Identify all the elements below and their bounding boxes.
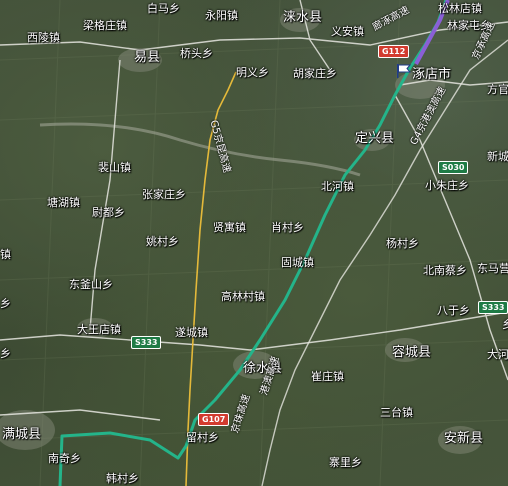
place-label-zhangjiazhuang: 张家庄乡 — [142, 188, 186, 201]
place-label-bayu: 八于乡 — [437, 304, 470, 317]
place-label-rongcheng: 容城县 — [392, 345, 432, 360]
place-label-weibao: 尉都乡 — [92, 206, 125, 219]
place-label-baishan: 白马乡 — [147, 2, 180, 15]
place-label-liangge: 梁格庄镇 — [83, 19, 127, 32]
place-label-yongyang: 永阳镇 — [205, 9, 238, 22]
place-label-nanqi: 南奇乡 — [48, 452, 81, 465]
place-label-dongfushan: 东釜山乡 — [69, 278, 113, 291]
place-label-peishan: 裴山镇 — [98, 161, 131, 174]
place-label-santai: 三台镇 — [380, 406, 413, 419]
place-label-xiaozhu: 小朱庄乡 — [425, 179, 469, 192]
place-label-suncun: 留村乡 — [186, 431, 219, 444]
place-label-gaolinzhen: 高林村镇 — [221, 290, 265, 303]
place-label-zhuozhou: 涿店市 — [412, 67, 452, 82]
place-label-yixian: 易县 — [134, 50, 161, 65]
place-label-e4: 乡 — [502, 318, 508, 331]
place-label-yaocun: 姚村乡 — [146, 235, 179, 248]
place-label-dongmatou: 东马营 — [477, 262, 508, 275]
place-label-yian: 义安镇 — [331, 25, 364, 38]
place-label-hujiazhuang: 胡家庄乡 — [293, 67, 337, 80]
place-label-mancheng: 满城县 — [2, 427, 42, 442]
place-label-xincheng: 新城 — [487, 150, 508, 163]
place-label-hancun: 韩村乡 — [106, 472, 139, 485]
place-label-tanghu: 塘湖镇 — [47, 196, 80, 209]
road-shield-s333a: S333 — [131, 336, 162, 349]
place-label-xiling: 西陵镇 — [27, 31, 60, 44]
place-label-laishui: 涞水县 — [283, 10, 323, 25]
place-label-e1: 镇 — [0, 248, 11, 261]
place-label-dawangdian: 大王店镇 — [77, 323, 121, 336]
place-label-suicheng: 遂城镇 — [175, 326, 208, 339]
place-label-guchengzhen: 固城镇 — [281, 256, 314, 269]
place-label-e3: 乡 — [0, 347, 11, 360]
place-label-songlin: 松林店镇 — [438, 2, 482, 15]
place-label-xianyu: 贤寓镇 — [213, 221, 246, 234]
place-label-dahe: 大河 — [487, 348, 508, 361]
place-label-xiaocun: 肖村乡 — [271, 221, 304, 234]
place-label-e2: 乡 — [0, 297, 11, 310]
riverbed — [39, 122, 361, 177]
place-label-mingyi: 明义乡 — [236, 66, 269, 79]
place-label-yangcun: 杨村乡 — [386, 237, 419, 250]
road-shield-g112: G112 — [378, 45, 410, 58]
place-label-cuizhuang: 崔庄镇 — [311, 370, 344, 383]
place-label-dingxing: 定兴县 — [355, 131, 395, 146]
place-label-beinancai: 北南蔡乡 — [423, 264, 467, 277]
place-label-zhaili: 寨里乡 — [329, 456, 362, 469]
road-shield-g107: G107 — [198, 413, 230, 426]
satellite-map[interactable]: 白马乡 永阳镇 涞水县 松林店镇 梁格庄镇 义安镇 林家屯乡 西陵镇 桥头乡 易县 明义乡 胡家庄乡涿… — [0, 0, 508, 486]
start-flag-icon[interactable] — [396, 64, 412, 78]
road-shield-s333b: S333 — [478, 301, 508, 314]
place-label-beihe: 北河镇 — [321, 180, 354, 193]
place-label-qiaotou: 桥头乡 — [180, 47, 213, 60]
place-label-fangguan: 方官 — [487, 83, 508, 96]
road-shield-s030: S030 — [438, 161, 469, 174]
place-label-anxin: 安新县 — [444, 431, 484, 446]
